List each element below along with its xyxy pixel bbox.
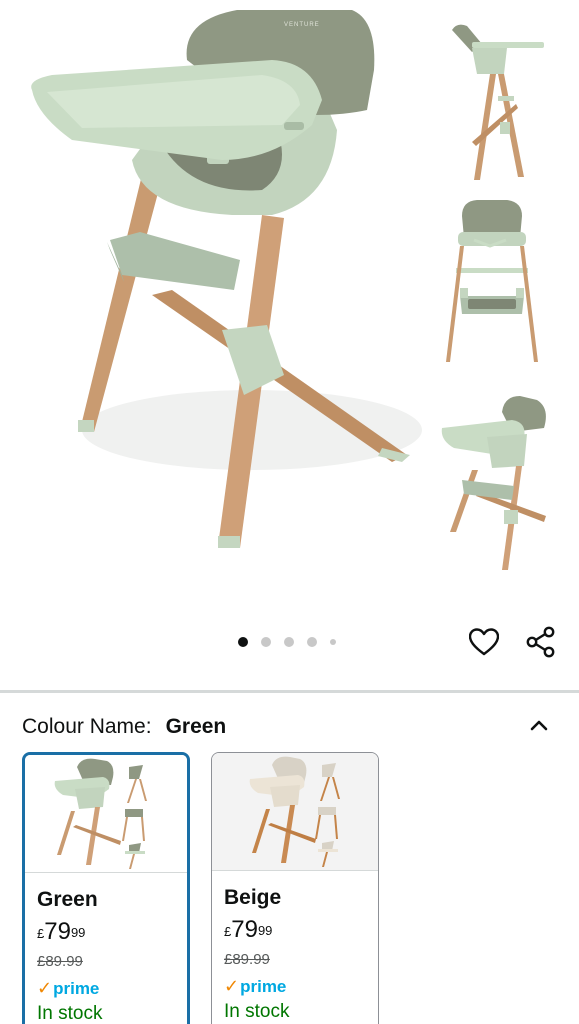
was-price: £89.99 <box>224 951 270 968</box>
price-fraction: 99 <box>70 925 86 940</box>
pagination-dot-4[interactable] <box>307 637 317 647</box>
brand-logo: VENTURE <box>284 22 320 28</box>
price-currency: £ <box>224 924 232 939</box>
colour-swatch-beige[interactable]: Beige £7999 £89.99 ✓ prime In stock <box>211 752 379 1024</box>
product-image-gallery[interactable]: VENTURE <box>0 0 579 690</box>
pagination-dot-2[interactable] <box>261 637 271 647</box>
price-whole: 79 <box>44 918 71 945</box>
heart-icon <box>469 628 499 656</box>
section-divider <box>0 690 579 693</box>
pagination-dot-1[interactable] <box>238 637 248 647</box>
main-product-image[interactable]: VENTURE <box>22 0 422 590</box>
variant-price: £7999 <box>37 919 175 945</box>
price-fraction: 99 <box>257 923 273 938</box>
gallery-pagination[interactable] <box>238 637 336 647</box>
price-currency: £ <box>37 926 45 941</box>
swatch-image-beige <box>212 753 378 871</box>
swatch-image-green <box>25 755 187 873</box>
share-icon <box>526 626 555 658</box>
prime-badge: ✓ prime <box>37 978 175 999</box>
variant-name: Green <box>37 888 98 911</box>
stock-status: In stock <box>37 1003 103 1024</box>
pagination-dot-3[interactable] <box>284 637 294 647</box>
variant-name: Beige <box>224 886 282 909</box>
was-price: £89.99 <box>37 953 83 970</box>
thumbnail-side-view[interactable] <box>432 12 550 184</box>
colour-swatch-green[interactable]: Green £7999 £89.99 ✓ prime In stock <box>22 752 190 1024</box>
colour-name-label: Colour Name: <box>22 715 152 738</box>
add-to-wishlist-button[interactable] <box>468 625 500 659</box>
stock-status: In stock <box>224 1001 290 1022</box>
chevron-up-icon[interactable] <box>527 714 551 738</box>
colour-selector-header[interactable]: Colour Name: Green <box>22 712 557 742</box>
share-button[interactable] <box>525 625 557 659</box>
prime-label: prime <box>240 976 287 996</box>
selected-colour-value: Green <box>165 715 227 738</box>
prime-badge: ✓ prime <box>224 976 366 997</box>
thumbnail-angled-view[interactable] <box>432 392 550 580</box>
thumbnail-front-view[interactable] <box>432 196 550 374</box>
prime-check-icon: ✓ <box>224 976 240 996</box>
price-whole: 79 <box>231 916 258 943</box>
prime-label: prime <box>53 978 100 998</box>
prime-check-icon: ✓ <box>37 978 53 998</box>
variant-price: £7999 <box>224 917 366 943</box>
pagination-dot-5[interactable] <box>330 639 336 645</box>
